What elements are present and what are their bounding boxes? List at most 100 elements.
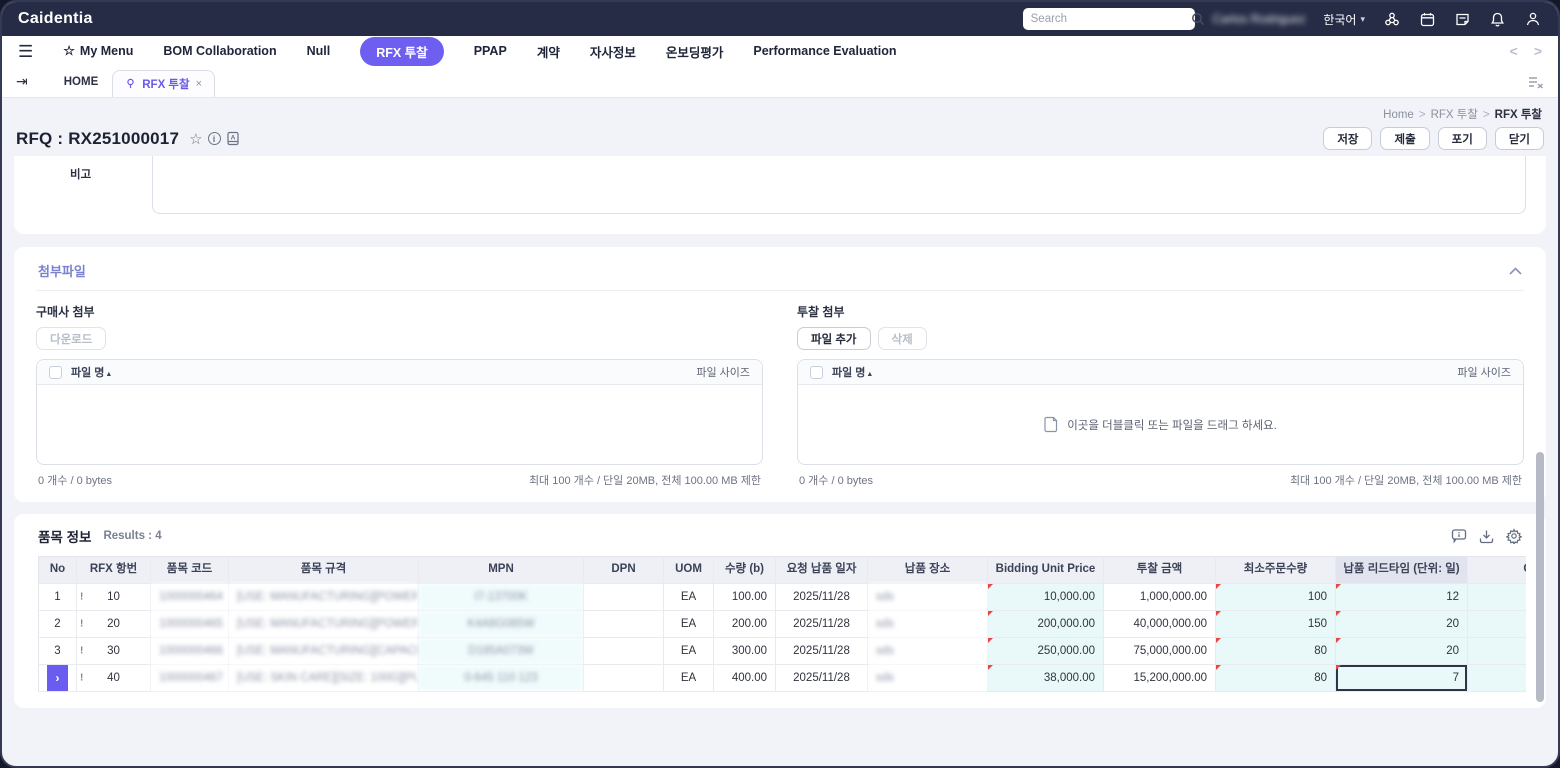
- cell-bidding_unit_price[interactable]: 250,000.00: [987, 637, 1104, 665]
- action-button[interactable]: 닫기: [1494, 127, 1544, 150]
- cell-delivery_place[interactable]: sds: [867, 583, 988, 611]
- cell-item_spec[interactable]: [USE: MANUFACTURING][POWER 150: [228, 583, 419, 611]
- column-header-bid_amount[interactable]: 투찰 금액: [1103, 556, 1216, 584]
- close-all-tabs-icon[interactable]: [1528, 75, 1544, 89]
- cell-qty[interactable]: 200.00: [713, 610, 776, 638]
- cell-qty[interactable]: 300.00: [713, 637, 776, 665]
- cell-dpn[interactable]: [583, 583, 664, 611]
- cell-qty[interactable]: 400.00: [713, 664, 776, 692]
- menu-item[interactable]: Null: [307, 44, 331, 58]
- cell-delivery_place[interactable]: sds: [867, 610, 988, 638]
- cell-mpn[interactable]: 0-645 110 123: [418, 664, 584, 692]
- close-tab-icon[interactable]: ×: [196, 78, 202, 90]
- memo-icon[interactable]: [1454, 11, 1471, 28]
- cell-rfx_line[interactable]: 10!: [76, 583, 151, 611]
- breadcrumb-mid[interactable]: RFX 투찰: [1431, 109, 1478, 121]
- cell-mpn[interactable]: K4A8G085W: [418, 610, 584, 638]
- cell-uom[interactable]: EA: [663, 637, 714, 665]
- add-file-button[interactable]: 파일 추가: [797, 327, 871, 350]
- cell-rfx_line[interactable]: 20!: [76, 610, 151, 638]
- bell-icon[interactable]: [1489, 11, 1506, 28]
- column-header-uom[interactable]: UOM: [663, 556, 714, 584]
- menu-item[interactable]: BOM Collaboration: [163, 44, 276, 58]
- cell-rfx_line[interactable]: 40!: [76, 664, 151, 692]
- action-button[interactable]: 제출: [1380, 127, 1430, 150]
- cell-currency[interactable]: [1467, 583, 1526, 611]
- favorite-star-icon[interactable]: ☆: [189, 130, 202, 148]
- cell-item_spec[interactable]: [USE: MANUFACTURING][POWER 100: [228, 610, 419, 638]
- download-button[interactable]: 다운로드: [36, 327, 107, 350]
- menu-item[interactable]: Performance Evaluation: [753, 44, 896, 58]
- column-header-lead_time[interactable]: 납품 리드타임 (단위: 일): [1335, 556, 1468, 584]
- column-header-qty[interactable]: 수량 (b): [713, 556, 776, 584]
- action-button[interactable]: 포기: [1437, 127, 1487, 150]
- cell-uom[interactable]: EA: [663, 664, 714, 692]
- cell-rfx_line[interactable]: 30!: [76, 637, 151, 665]
- action-button[interactable]: 저장: [1323, 127, 1373, 150]
- cell-lead_time[interactable]: 12: [1335, 583, 1468, 611]
- cell-lead_time[interactable]: 7: [1335, 664, 1468, 692]
- language-selector[interactable]: 한국어 ▾: [1323, 11, 1365, 28]
- cell-item_code[interactable]: 1000000464: [150, 583, 229, 611]
- cell-currency[interactable]: [1467, 637, 1526, 665]
- delete-file-button[interactable]: 삭제: [877, 327, 927, 350]
- global-search[interactable]: [1022, 8, 1204, 30]
- cell-min_order_qty[interactable]: 80: [1215, 637, 1336, 665]
- column-header-delivery_place[interactable]: 납품 장소: [867, 556, 988, 584]
- menu-item[interactable]: ☆ My Menu: [63, 43, 133, 59]
- selected-row-chevron-icon[interactable]: ›: [47, 665, 68, 691]
- cell-bid_amount[interactable]: 15,200,000.00: [1103, 664, 1216, 692]
- cell-no[interactable]: 1: [38, 583, 77, 611]
- remarks-textarea[interactable]: [152, 156, 1526, 214]
- document-a-icon[interactable]: A: [226, 131, 240, 146]
- cell-delivery_place[interactable]: sds: [867, 664, 988, 692]
- cell-delivery_date[interactable]: 2025/11/28: [775, 610, 868, 638]
- column-header-no[interactable]: No: [38, 556, 77, 584]
- cell-no[interactable]: 2: [38, 610, 77, 638]
- column-header-item_code[interactable]: 품목 코드: [150, 556, 229, 584]
- cell-item_code[interactable]: 1000000465: [150, 610, 229, 638]
- cell-delivery_date[interactable]: 2025/11/28: [775, 664, 868, 692]
- menu-item[interactable]: RFX 투찰: [360, 36, 444, 66]
- download-grid-icon[interactable]: [1479, 529, 1494, 544]
- file-size-header[interactable]: 파일 사이즈: [1457, 364, 1511, 380]
- page-scrollbar[interactable]: [1536, 452, 1544, 702]
- tab-rfx-bid[interactable]: RFX 투찰 ×: [112, 70, 216, 97]
- cell-item_spec[interactable]: [USE: SKIN CARE][SIZE: 100G][PURITY: [228, 664, 419, 692]
- search-input[interactable]: [1030, 13, 1185, 25]
- tab-home[interactable]: HOME: [50, 76, 113, 97]
- buyer-file-list[interactable]: [37, 385, 762, 464]
- search-icon[interactable]: [1191, 12, 1205, 26]
- column-header-rfx_line[interactable]: RFX 항번: [76, 556, 151, 584]
- cell-dpn[interactable]: [583, 610, 664, 638]
- cell-qty[interactable]: 100.00: [713, 583, 776, 611]
- cell-no[interactable]: ›: [38, 664, 77, 692]
- cell-item_spec[interactable]: [USE: MANUFACTURING][CAPACITY 5: [228, 637, 419, 665]
- cell-dpn[interactable]: [583, 664, 664, 692]
- menu-scroll-right-icon[interactable]: >: [1534, 43, 1542, 59]
- column-header-bidding_unit_price[interactable]: Bidding Unit Price: [987, 556, 1104, 584]
- expand-sidebar-icon[interactable]: ⇥: [16, 73, 28, 90]
- breadcrumb-home[interactable]: Home: [1383, 109, 1414, 121]
- column-header-item_spec[interactable]: 품목 규격: [228, 556, 419, 584]
- menu-item[interactable]: 자사정보: [590, 42, 636, 61]
- cell-uom[interactable]: EA: [663, 610, 714, 638]
- cell-dpn[interactable]: [583, 637, 664, 665]
- file-name-header[interactable]: 파일 명▲: [832, 364, 873, 380]
- cell-bid_amount[interactable]: 1,000,000.00: [1103, 583, 1216, 611]
- menu-item[interactable]: PPAP: [474, 44, 507, 58]
- cell-bidding_unit_price[interactable]: 38,000.00: [987, 664, 1104, 692]
- cell-lead_time[interactable]: 20: [1335, 610, 1468, 638]
- cell-bidding_unit_price[interactable]: 10,000.00: [987, 583, 1104, 611]
- cell-no[interactable]: 3: [38, 637, 77, 665]
- cell-currency[interactable]: [1467, 610, 1526, 638]
- select-all-checkbox[interactable]: [49, 365, 62, 379]
- file-name-header[interactable]: 파일 명▲: [71, 364, 112, 380]
- cell-item_code[interactable]: 1000000467: [150, 664, 229, 692]
- bid-dropzone[interactable]: 이곳을 더블클릭 또는 파일을 드래그 하세요.: [798, 385, 1523, 464]
- cell-mpn[interactable]: I7-13700K: [418, 583, 584, 611]
- menu-item[interactable]: 온보딩평가: [666, 42, 724, 61]
- cell-delivery_date[interactable]: 2025/11/28: [775, 637, 868, 665]
- cell-min_order_qty[interactable]: 80: [1215, 664, 1336, 692]
- gear-icon[interactable]: [1506, 528, 1522, 544]
